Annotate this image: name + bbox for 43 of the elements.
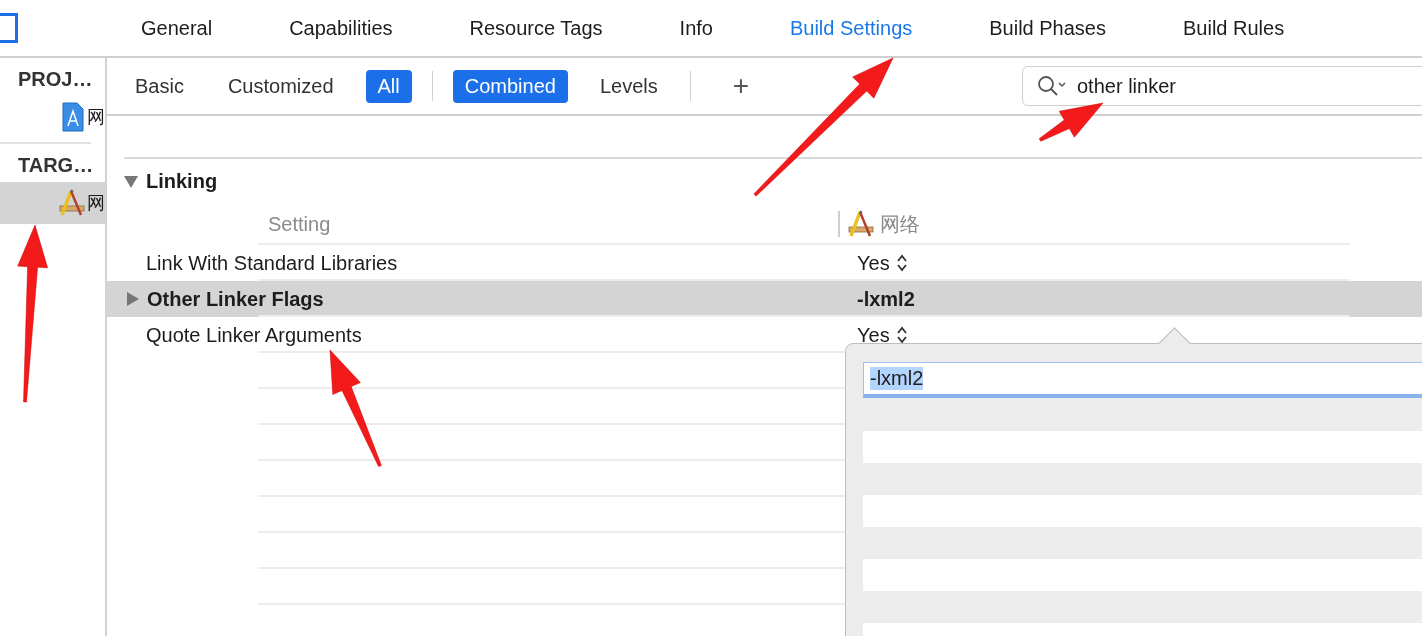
tab[interactable]: Build Settings (789, 16, 913, 40)
filter-button[interactable]: Basic (123, 69, 196, 103)
stepper-icon[interactable] (895, 326, 908, 344)
search-query: other linker (1077, 74, 1176, 98)
selected-text: -lxml2 (870, 367, 924, 390)
tab[interactable]: General (141, 16, 213, 40)
settings-row[interactable]: Quote Linker Arguments Yes (107, 317, 1422, 353)
app-icon (848, 209, 874, 239)
arrow-annotation (1038, 102, 1104, 142)
add-button[interactable]: + (728, 70, 754, 102)
search-field[interactable]: other linker (1022, 66, 1422, 106)
column-header: Setting (267, 212, 332, 236)
value-field[interactable]: -lxml2 (863, 362, 1422, 398)
setting-name: Other Linker Flags (147, 287, 324, 311)
sidebar-item[interactable]: 网 (0, 96, 105, 138)
tab[interactable]: Build Phases (989, 16, 1106, 40)
setting-name: Link With Standard Libraries (146, 251, 398, 275)
stepper-icon[interactable] (895, 254, 908, 272)
tab[interactable]: Capabilities (289, 16, 393, 40)
section-title: Linking (146, 169, 218, 193)
document-icon (61, 102, 85, 132)
tab[interactable]: Info (679, 16, 713, 40)
filter-button[interactable]: Levels (587, 69, 670, 103)
settings-row[interactable]: Link With Standard Libraries Yes (107, 245, 1422, 281)
setting-value[interactable]: Yes (850, 323, 890, 347)
disclosure-triangle-icon[interactable] (124, 174, 138, 188)
tab[interactable]: Resource Tags (469, 16, 603, 40)
filter-button[interactable]: All (365, 69, 412, 103)
sidebar-section-title: PROJ… (17, 67, 94, 92)
filter-button[interactable]: Customized (215, 69, 346, 103)
setting-name: Quote Linker Arguments (146, 323, 362, 347)
settings-row[interactable]: Other Linker Flags -lxml2 (107, 281, 1422, 317)
sidebar-item[interactable]: 网 (0, 182, 105, 224)
filter-button[interactable]: Combined (452, 69, 568, 103)
sidebar-section-title: TARG… (17, 153, 95, 178)
setting-value[interactable]: -lxml2 (850, 287, 915, 311)
disclosure-triangle-icon[interactable] (126, 292, 140, 306)
tab[interactable]: Build Rules (1183, 16, 1285, 40)
search-icon[interactable] (1037, 75, 1067, 97)
setting-value[interactable]: Yes (850, 251, 890, 275)
app-icon (59, 188, 85, 218)
column-header: 网络 (880, 211, 920, 237)
sidebar-toggle-icon[interactable] (0, 13, 18, 43)
